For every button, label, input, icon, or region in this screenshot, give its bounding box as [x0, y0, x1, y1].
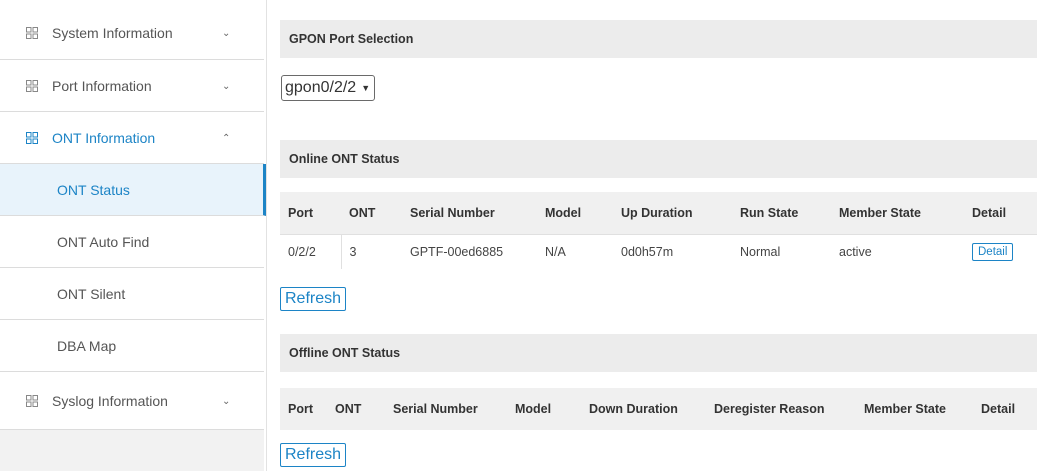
menu-ont-information[interactable]: ONT Information ⌃	[0, 112, 264, 164]
column-header: Serial Number	[385, 388, 507, 430]
column-header: Model	[507, 388, 581, 430]
menu-label: ONT Information	[52, 129, 156, 146]
submenu-ont-auto-find[interactable]: ONT Auto Find	[0, 216, 264, 268]
sidebar: System Information ⌄ Port Information ⌄ …	[0, 0, 266, 471]
detail-button[interactable]: Detail	[972, 243, 1014, 261]
submenu-label: ONT Auto Find	[57, 233, 150, 250]
column-header: Deregister Reason	[706, 388, 856, 430]
menu-port-information[interactable]: Port Information ⌄	[0, 60, 264, 112]
sidebar-divider	[266, 0, 267, 471]
cell-detail: Detail	[964, 234, 1037, 269]
column-header: Detail	[964, 192, 1037, 235]
submenu-dba-map[interactable]: DBA Map	[0, 320, 264, 372]
offline-refresh-button[interactable]: Refresh	[280, 443, 347, 467]
cell-run-state: Normal	[732, 234, 831, 269]
grid-icon	[26, 394, 38, 407]
table-header-row: Port ONT Serial Number Model Down Durati…	[280, 388, 1037, 430]
chevron-down-icon: ⌄	[222, 28, 231, 39]
column-header: Model	[537, 192, 613, 235]
menu-syslog-information[interactable]: Syslog Information ⌄	[0, 372, 264, 430]
grid-icon	[26, 27, 38, 39]
submenu-label: DBA Map	[57, 337, 117, 354]
online-ont-status-header: Online ONT Status	[280, 140, 1037, 178]
column-header: Run State	[732, 192, 831, 235]
menu-label: System Information	[52, 25, 173, 41]
chevron-down-icon: ⌄	[222, 80, 231, 92]
submenu-label: ONT Silent	[57, 285, 126, 302]
gpon-port-select[interactable]: gpon0/2/2 ▼	[281, 75, 376, 101]
column-header: Down Duration	[581, 388, 706, 430]
submenu-label: ONT Status	[57, 181, 130, 198]
column-header: Serial Number	[402, 192, 537, 235]
online-ont-table: Port ONT Serial Number Model Up Duration…	[280, 192, 1037, 269]
cell-port: 0/2/2	[280, 234, 341, 269]
column-header: Member State	[856, 388, 973, 430]
submenu-ont-silent[interactable]: ONT Silent	[0, 268, 264, 320]
grid-icon	[26, 79, 38, 92]
submenu-ont-status[interactable]: ONT Status	[0, 164, 266, 216]
chevron-down-icon: ▼	[361, 83, 371, 93]
table-row: 0/2/2 3 GPTF-00ed6885 N/A 0d0h57m Normal…	[280, 234, 1037, 269]
column-header: Port	[280, 192, 341, 235]
column-header: ONT	[327, 388, 385, 430]
column-header: ONT	[341, 192, 402, 235]
cell-member-state: active	[831, 234, 964, 269]
cell-serial: GPTF-00ed6885	[402, 234, 537, 269]
grid-icon	[26, 131, 38, 144]
chevron-up-icon: ⌃	[222, 132, 231, 144]
column-header: Member State	[831, 192, 964, 235]
gpon-port-selection-header: GPON Port Selection	[280, 20, 1037, 58]
menu-system-information[interactable]: System Information ⌄	[0, 7, 264, 60]
offline-ont-status-header: Offline ONT Status	[280, 334, 1037, 372]
cell-model: N/A	[537, 234, 613, 269]
column-header: Up Duration	[613, 192, 732, 235]
menu-label: Syslog Information	[52, 392, 168, 409]
menu-label: Port Information	[52, 77, 152, 94]
column-header: Detail	[973, 388, 1037, 430]
offline-ont-table: Port ONT Serial Number Model Down Durati…	[280, 388, 1037, 430]
online-refresh-button[interactable]: Refresh	[280, 287, 347, 311]
sidebar-footer	[0, 430, 264, 471]
cell-ont: 3	[340, 234, 402, 269]
cell-up-duration: 0d0h57m	[613, 234, 732, 269]
gpon-port-select-value: gpon0/2/2	[285, 79, 357, 96]
app-root: System Information ⌄ Port Information ⌄ …	[0, 0, 1051, 471]
table-header-row: Port ONT Serial Number Model Up Duration…	[280, 192, 1037, 235]
column-header: Port	[280, 388, 327, 430]
chevron-down-icon: ⌄	[222, 395, 231, 407]
